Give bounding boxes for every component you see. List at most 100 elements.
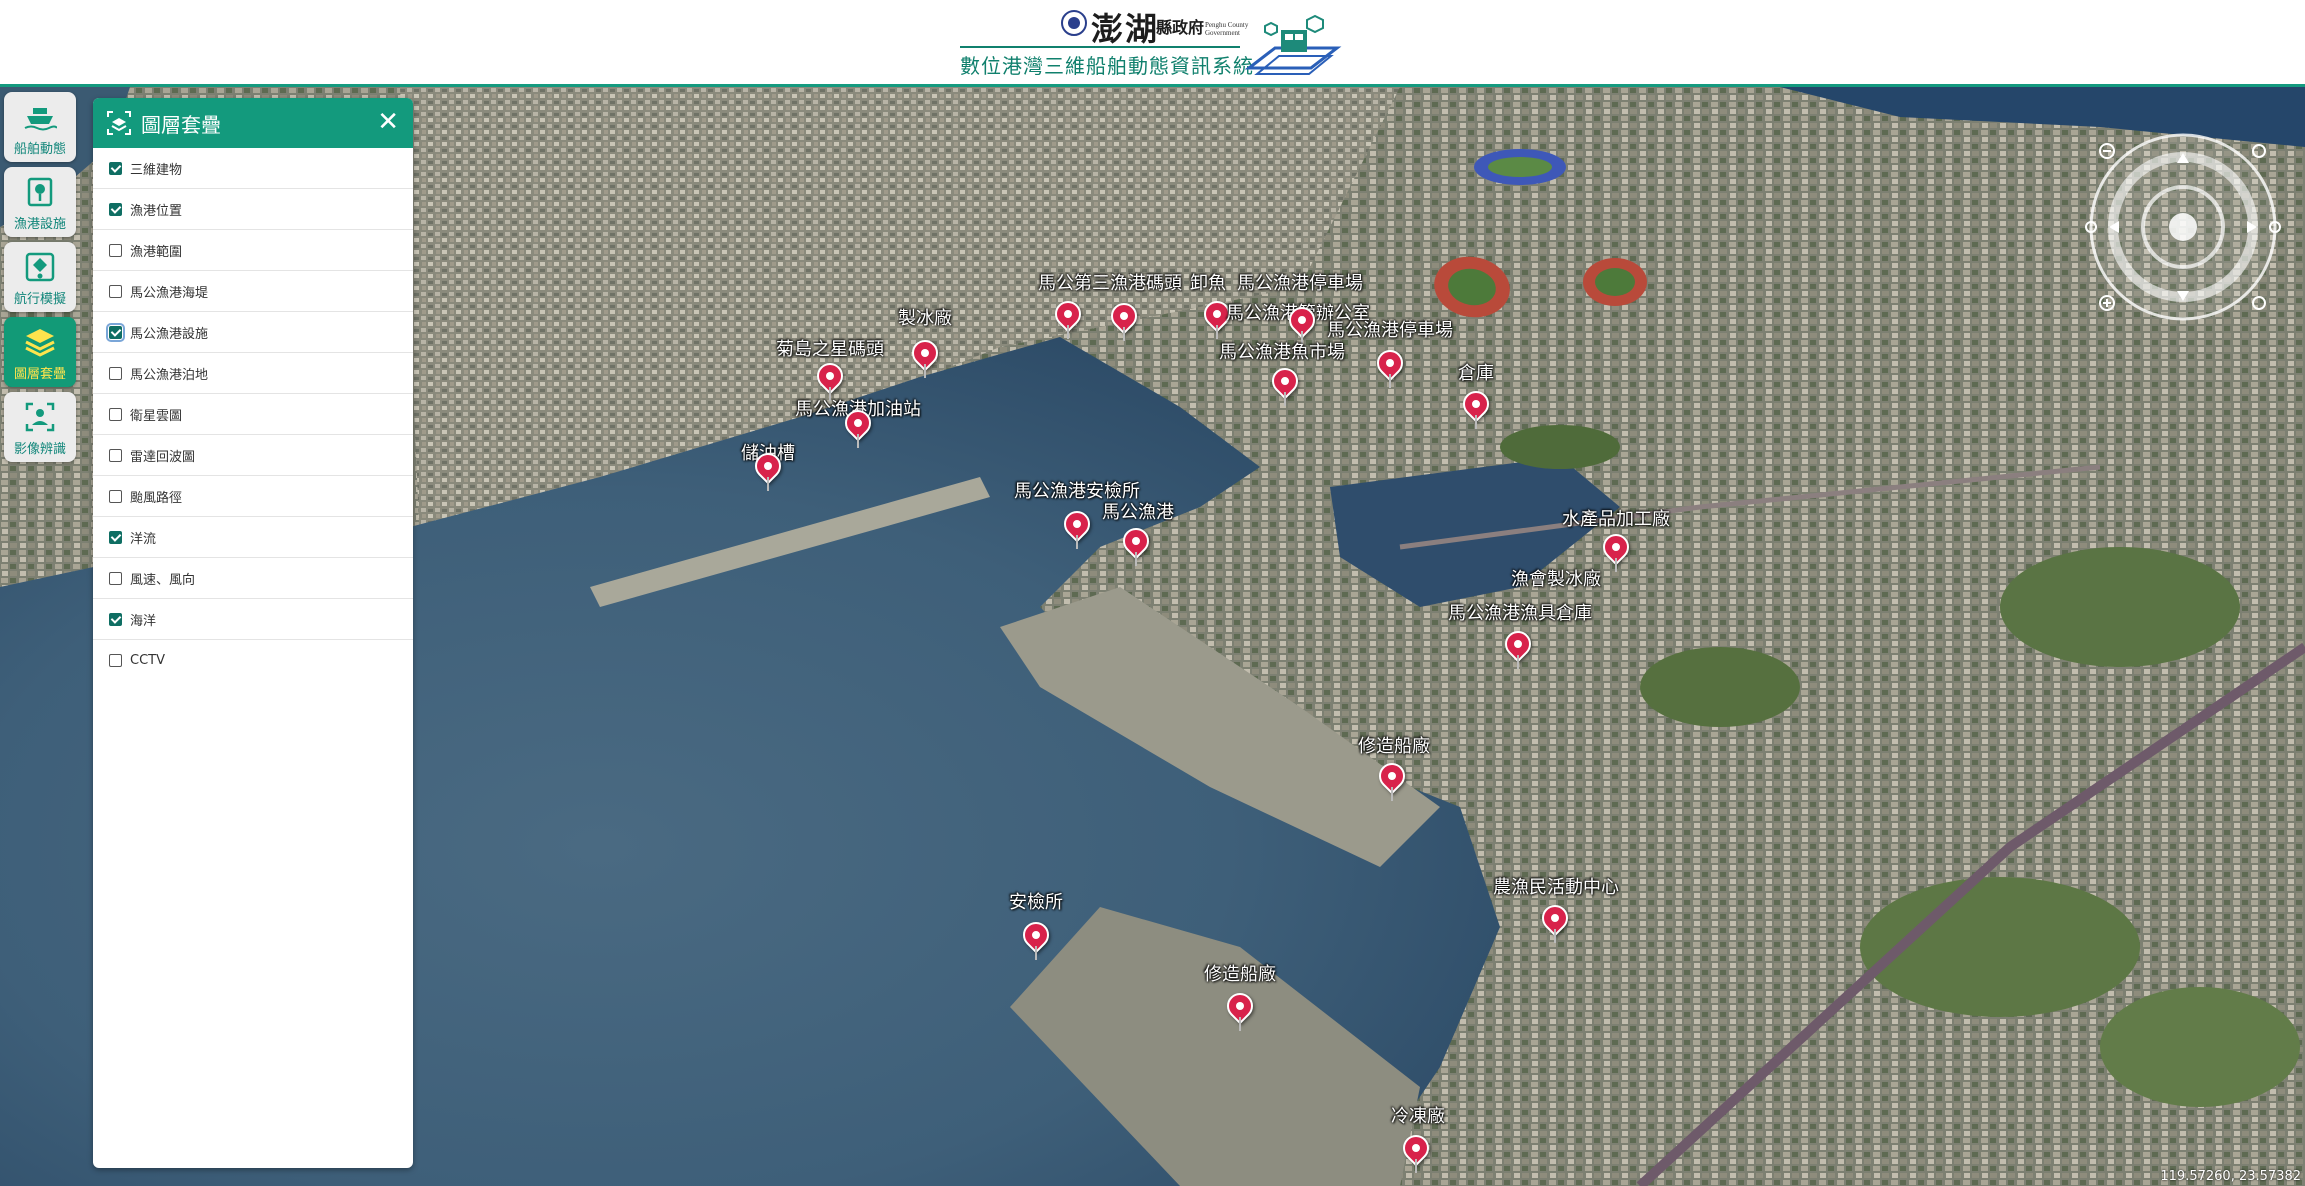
layer-checkbox[interactable]: [109, 571, 122, 585]
layers-icon: [25, 329, 55, 357]
logo-government-text: 縣政府: [1156, 18, 1205, 37]
port-facility-icon: [27, 177, 53, 207]
layer-row-anchorage[interactable]: 馬公漁港泊地: [93, 353, 413, 394]
map-marker[interactable]: [1221, 987, 1259, 1031]
tool-port-facility-button[interactable]: 漁港設施: [4, 167, 76, 237]
map-marker[interactable]: [1105, 297, 1143, 341]
marker-label: 修造船廠: [1204, 964, 1276, 985]
map-marker[interactable]: [749, 447, 787, 491]
layer-checkbox[interactable]: [109, 202, 122, 216]
map-marker[interactable]: [1597, 528, 1635, 572]
layer-checkbox[interactable]: [109, 654, 122, 667]
marker-label: 卸魚: [1190, 273, 1226, 294]
layer-label: CCTV: [130, 653, 165, 668]
marker-label: 倉庫: [1458, 363, 1494, 384]
system-title: 數位港灣三維船舶動態資訊系統: [960, 54, 1254, 78]
county-seal-icon: [1061, 10, 1087, 36]
layer-checkbox[interactable]: [109, 530, 122, 544]
layer-row-port-facilities[interactable]: 馬公漁港設施: [93, 312, 413, 353]
layer-checkbox[interactable]: [109, 407, 122, 421]
layer-row-cctv[interactable]: CCTV: [93, 640, 413, 681]
layer-checkbox[interactable]: [109, 448, 122, 462]
brand-logo: 澎湖 縣政府 Penghu County Government 數位港灣三維船舶…: [960, 4, 1342, 80]
map-marker[interactable]: [1017, 916, 1055, 960]
layer-label: 漁港位置: [130, 203, 183, 219]
layer-label: 雷達回波圖: [130, 449, 196, 465]
marker-label: 馬公第三漁港碼頭: [1038, 273, 1182, 294]
map-marker[interactable]: [1058, 505, 1096, 549]
layer-row-3d-buildings[interactable]: 三維建物: [93, 148, 413, 189]
layer-checkbox[interactable]: [109, 161, 122, 175]
map-marker[interactable]: [1499, 625, 1537, 669]
layer-row-typhoon-path[interactable]: 颱風路徑: [93, 476, 413, 517]
map-marker[interactable]: [906, 334, 944, 378]
image-recognition-icon: [25, 402, 55, 432]
map-marker[interactable]: [1266, 362, 1304, 406]
layer-checkbox[interactable]: [109, 612, 122, 626]
navigation-sim-icon: [25, 252, 55, 282]
tool-label: 漁港設施: [13, 217, 66, 232]
marker-label: 水產品加工廠: [1562, 509, 1670, 530]
coordinate-readout: 119.57260, 23.57382: [2160, 1169, 2301, 1184]
map-marker[interactable]: [1397, 1129, 1435, 1173]
marker-label: 漁會製冰廠: [1511, 569, 1601, 590]
layer-row-radar-echo[interactable]: 雷達回波圖: [93, 435, 413, 476]
navigation-compass[interactable]: [2083, 127, 2283, 327]
layer-row-ocean-current[interactable]: 洋流: [93, 517, 413, 558]
tool-label: 船舶動態: [13, 142, 66, 157]
map-marker[interactable]: [1371, 344, 1409, 388]
layer-label: 風速、風向: [130, 572, 196, 588]
layer-panel-icon: [107, 111, 131, 135]
marker-label: 農漁民活動中心: [1493, 877, 1619, 898]
tool-ship-dynamics-button[interactable]: 船舶動態: [4, 92, 76, 162]
layer-row-satellite-cloud[interactable]: 衛星雲圖: [93, 394, 413, 435]
port-3d-emblem-icon: [1245, 14, 1342, 75]
layer-checkbox[interactable]: [106, 322, 125, 342]
tool-label: 航行模擬: [13, 292, 66, 307]
tool-label: 圖層套疊: [13, 367, 66, 382]
layer-checkbox[interactable]: [109, 243, 122, 257]
marker-label: 馬公漁港: [1102, 502, 1174, 523]
panel-title: 圖層套疊: [141, 112, 221, 137]
layer-row-port-location[interactable]: 漁港位置: [93, 189, 413, 230]
marker-label: 馬公漁港魚市場: [1219, 342, 1345, 363]
layer-overlay-panel: 圖層套疊 ✕ 三維建物 漁港位置 漁港範圍 馬公漁港海堤 馬公漁港設施 馬公漁港…: [93, 98, 413, 1168]
ship-icon: [24, 108, 57, 131]
layer-row-port-range[interactable]: 漁港範圍: [93, 230, 413, 271]
panel-header: 圖層套疊 ✕: [93, 98, 413, 148]
map-marker[interactable]: [1457, 385, 1495, 429]
close-icon[interactable]: ✕: [377, 108, 399, 136]
layer-label: 馬公漁港海堤: [130, 285, 209, 301]
layer-row-seawall[interactable]: 馬公漁港海堤: [93, 271, 413, 312]
marker-label: 製冰廠: [898, 308, 952, 329]
title-divider: [960, 46, 1240, 48]
map-marker[interactable]: [839, 404, 877, 448]
layer-label: 馬公漁港設施: [130, 326, 209, 342]
marker-label: 冷凍廠: [1391, 1106, 1445, 1127]
marker-label: 安檢所: [1009, 892, 1063, 913]
map-marker[interactable]: [1536, 899, 1574, 943]
map-marker[interactable]: [1373, 757, 1411, 801]
marker-label: 馬公漁港停車場: [1237, 273, 1363, 294]
marker-label: 修造船廠: [1358, 736, 1430, 757]
marker-label: 菊島之星碼頭: [776, 339, 884, 360]
left-toolbar: 船舶動態 漁港設施 航行模擬 圖層套疊 影像辨識: [4, 92, 76, 467]
layer-label: 颱風路徑: [130, 490, 183, 506]
layer-row-ocean[interactable]: 海洋: [93, 599, 413, 640]
tool-layer-overlay-button[interactable]: 圖層套疊: [4, 317, 76, 387]
marker-label: 馬公漁港漁具倉庫: [1448, 603, 1592, 624]
layer-checkbox[interactable]: [109, 366, 122, 380]
layer-row-wind[interactable]: 風速、風向: [93, 558, 413, 599]
tool-label: 影像辨識: [13, 442, 66, 457]
layer-label: 衛星雲圖: [130, 408, 183, 424]
map-marker[interactable]: [1049, 295, 1087, 339]
logo-calligraphy-text: 澎湖: [1091, 10, 1160, 48]
tool-image-recognition-button[interactable]: 影像辨識: [4, 392, 76, 462]
tool-navigation-sim-button[interactable]: 航行模擬: [4, 242, 76, 312]
marker-label: 馬公漁港停車場: [1327, 320, 1453, 341]
layer-checkbox[interactable]: [109, 489, 122, 503]
layer-label: 海洋: [130, 613, 157, 629]
layer-checkbox[interactable]: [109, 284, 122, 298]
map-marker[interactable]: [1117, 522, 1155, 566]
layer-label: 馬公漁港泊地: [130, 367, 209, 383]
